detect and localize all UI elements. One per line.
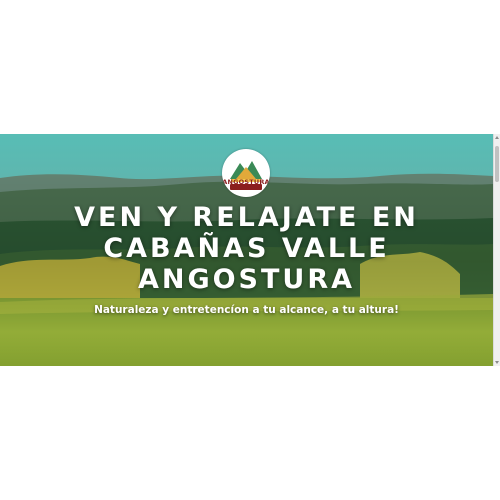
scroll-up-icon[interactable] [495, 136, 499, 139]
headline-line: CABAÑAS VALLE [103, 233, 390, 264]
hero-headline: VEN Y RELAJATE EN CABAÑAS VALLE ANGOSTUR… [0, 202, 493, 295]
mountain-logo-icon [230, 161, 262, 190]
hero-banner: ANGOSTURA VEN Y RELAJATE EN CABAÑAS VALL… [0, 134, 493, 366]
vertical-scrollbar[interactable] [493, 134, 500, 366]
logo-text: ANGOSTURA [222, 178, 270, 186]
headline-line: VEN Y RELAJATE EN [74, 202, 419, 233]
scrollbar-thumb[interactable] [495, 146, 499, 182]
scroll-down-icon[interactable] [495, 361, 499, 364]
angostura-logo[interactable]: ANGOSTURA [222, 149, 270, 197]
hero-tagline: Naturaleza y entretencíon a tu alcance, … [94, 304, 399, 316]
browser-viewport: ANGOSTURA VEN Y RELAJATE EN CABAÑAS VALL… [0, 134, 500, 366]
headline-line: ANGOSTURA [137, 264, 356, 295]
